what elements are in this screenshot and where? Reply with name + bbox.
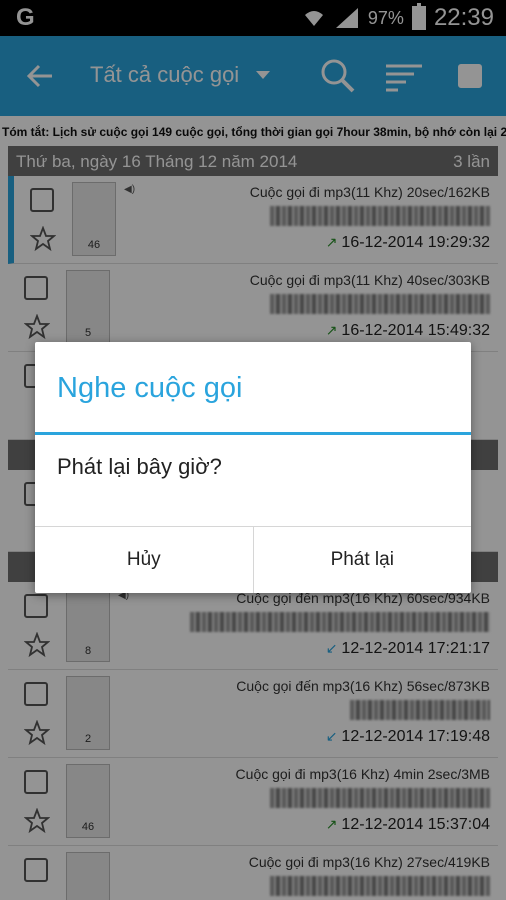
dialog-button-bar: Hủy Phát lại <box>35 526 471 593</box>
cancel-button[interactable]: Hủy <box>35 527 253 593</box>
dialog-message: Phát lại bây giờ? <box>57 454 222 479</box>
dialog-divider <box>35 432 471 435</box>
play-button[interactable]: Phát lại <box>252 527 472 593</box>
playback-dialog: Nghe cuộc gọi Phát lại bây giờ? Hủy Phát… <box>35 342 471 593</box>
dialog-title: Nghe cuộc gọi <box>57 372 243 404</box>
